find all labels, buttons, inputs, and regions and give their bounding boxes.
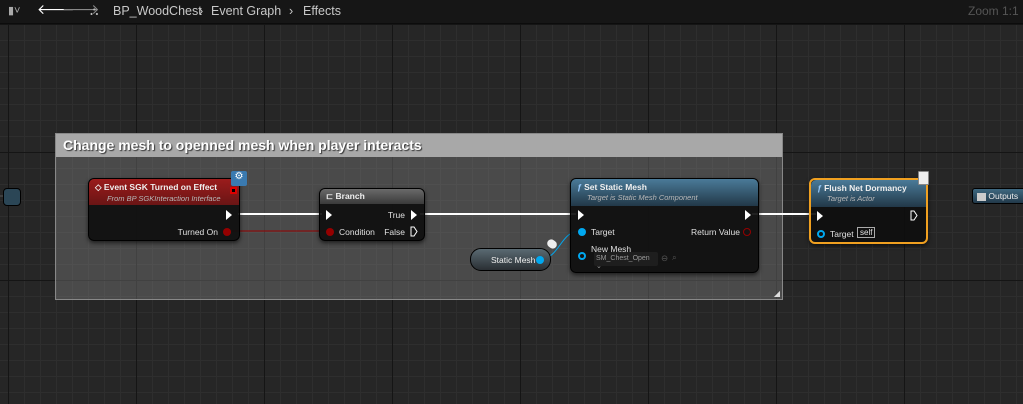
mesh-asset-dropdown[interactable]: SM_Chest_Open ⌄ <box>594 252 658 270</box>
chevron-down-icon: ⌄ <box>596 263 602 270</box>
node-subtitle: Target is Static Mesh Component <box>587 193 698 202</box>
delegate-pin[interactable] <box>230 187 237 194</box>
event-diamond-icon: ◇ <box>95 182 102 192</box>
branch-icon: ⊏ <box>326 191 334 201</box>
offscreen-node[interactable] <box>3 188 21 206</box>
variable-label: Static Mesh <box>491 255 536 265</box>
pin-label: False <box>384 227 405 237</box>
mesh-value: SM_Chest_Open <box>596 255 650 262</box>
node-title: Set Static Mesh <box>584 182 647 192</box>
bool-out-pin[interactable] <box>223 228 231 236</box>
pin-label: Turned On <box>177 227 218 237</box>
node-subtitle: Target is Actor <box>827 194 875 203</box>
interface-icon: ⚙ <box>231 171 247 186</box>
exec-out-pin[interactable] <box>226 210 232 220</box>
outputs-node[interactable]: Outputs <box>972 188 1023 204</box>
set-static-mesh-node[interactable]: ƒ Set Static Mesh Target is Static Mesh … <box>570 178 759 273</box>
function-icon: ƒ <box>817 183 822 193</box>
bool-in-pin[interactable] <box>326 228 334 236</box>
target-pin[interactable] <box>578 228 586 236</box>
target-pin[interactable] <box>817 230 825 238</box>
exec-out-pin[interactable] <box>910 210 918 221</box>
target-self-field[interactable]: self <box>857 227 876 238</box>
event-node[interactable]: ◇ Event SGK Turned on Effect From BP SGK… <box>88 178 240 241</box>
pin-label: Target <box>830 229 854 239</box>
exec-in-pin[interactable] <box>817 211 823 221</box>
pin-label: Return Value <box>691 227 740 237</box>
pin-label: True <box>387 210 405 220</box>
exec-false-pin[interactable] <box>410 226 418 237</box>
branch-node[interactable]: ⊏ Branch True Condition False <box>319 188 425 241</box>
flush-net-dormancy-node[interactable]: ƒ Flush Net Dormancy Target is Actor Tar… <box>809 178 928 244</box>
new-mesh-pin[interactable] <box>578 252 586 260</box>
node-title: Event SGK Turned on Effect <box>103 182 218 192</box>
node-subtitle: From BP SGKInteraction Interface <box>107 194 221 203</box>
outputs-icon <box>977 192 986 201</box>
exec-true-pin[interactable] <box>411 210 417 220</box>
exec-out-pin[interactable] <box>745 210 751 220</box>
function-icon: ƒ <box>577 182 582 192</box>
bool-out-pin[interactable] <box>743 228 751 236</box>
node-title: Flush Net Dormancy <box>824 183 907 193</box>
pin-label: Condition <box>339 227 375 237</box>
object-out-pin[interactable] <box>536 256 544 264</box>
use-selected-icon[interactable]: ⊖ <box>661 253 668 264</box>
network-icon <box>918 171 929 185</box>
static-mesh-variable[interactable]: Static Mesh <box>470 248 551 271</box>
pin-label: Target <box>591 227 615 237</box>
exec-in-pin[interactable] <box>578 210 584 220</box>
search-icon[interactable]: ⌕ <box>672 252 677 263</box>
exec-in-pin[interactable] <box>326 210 332 220</box>
outputs-label: Outputs <box>988 191 1019 201</box>
node-title: Branch <box>335 191 365 201</box>
